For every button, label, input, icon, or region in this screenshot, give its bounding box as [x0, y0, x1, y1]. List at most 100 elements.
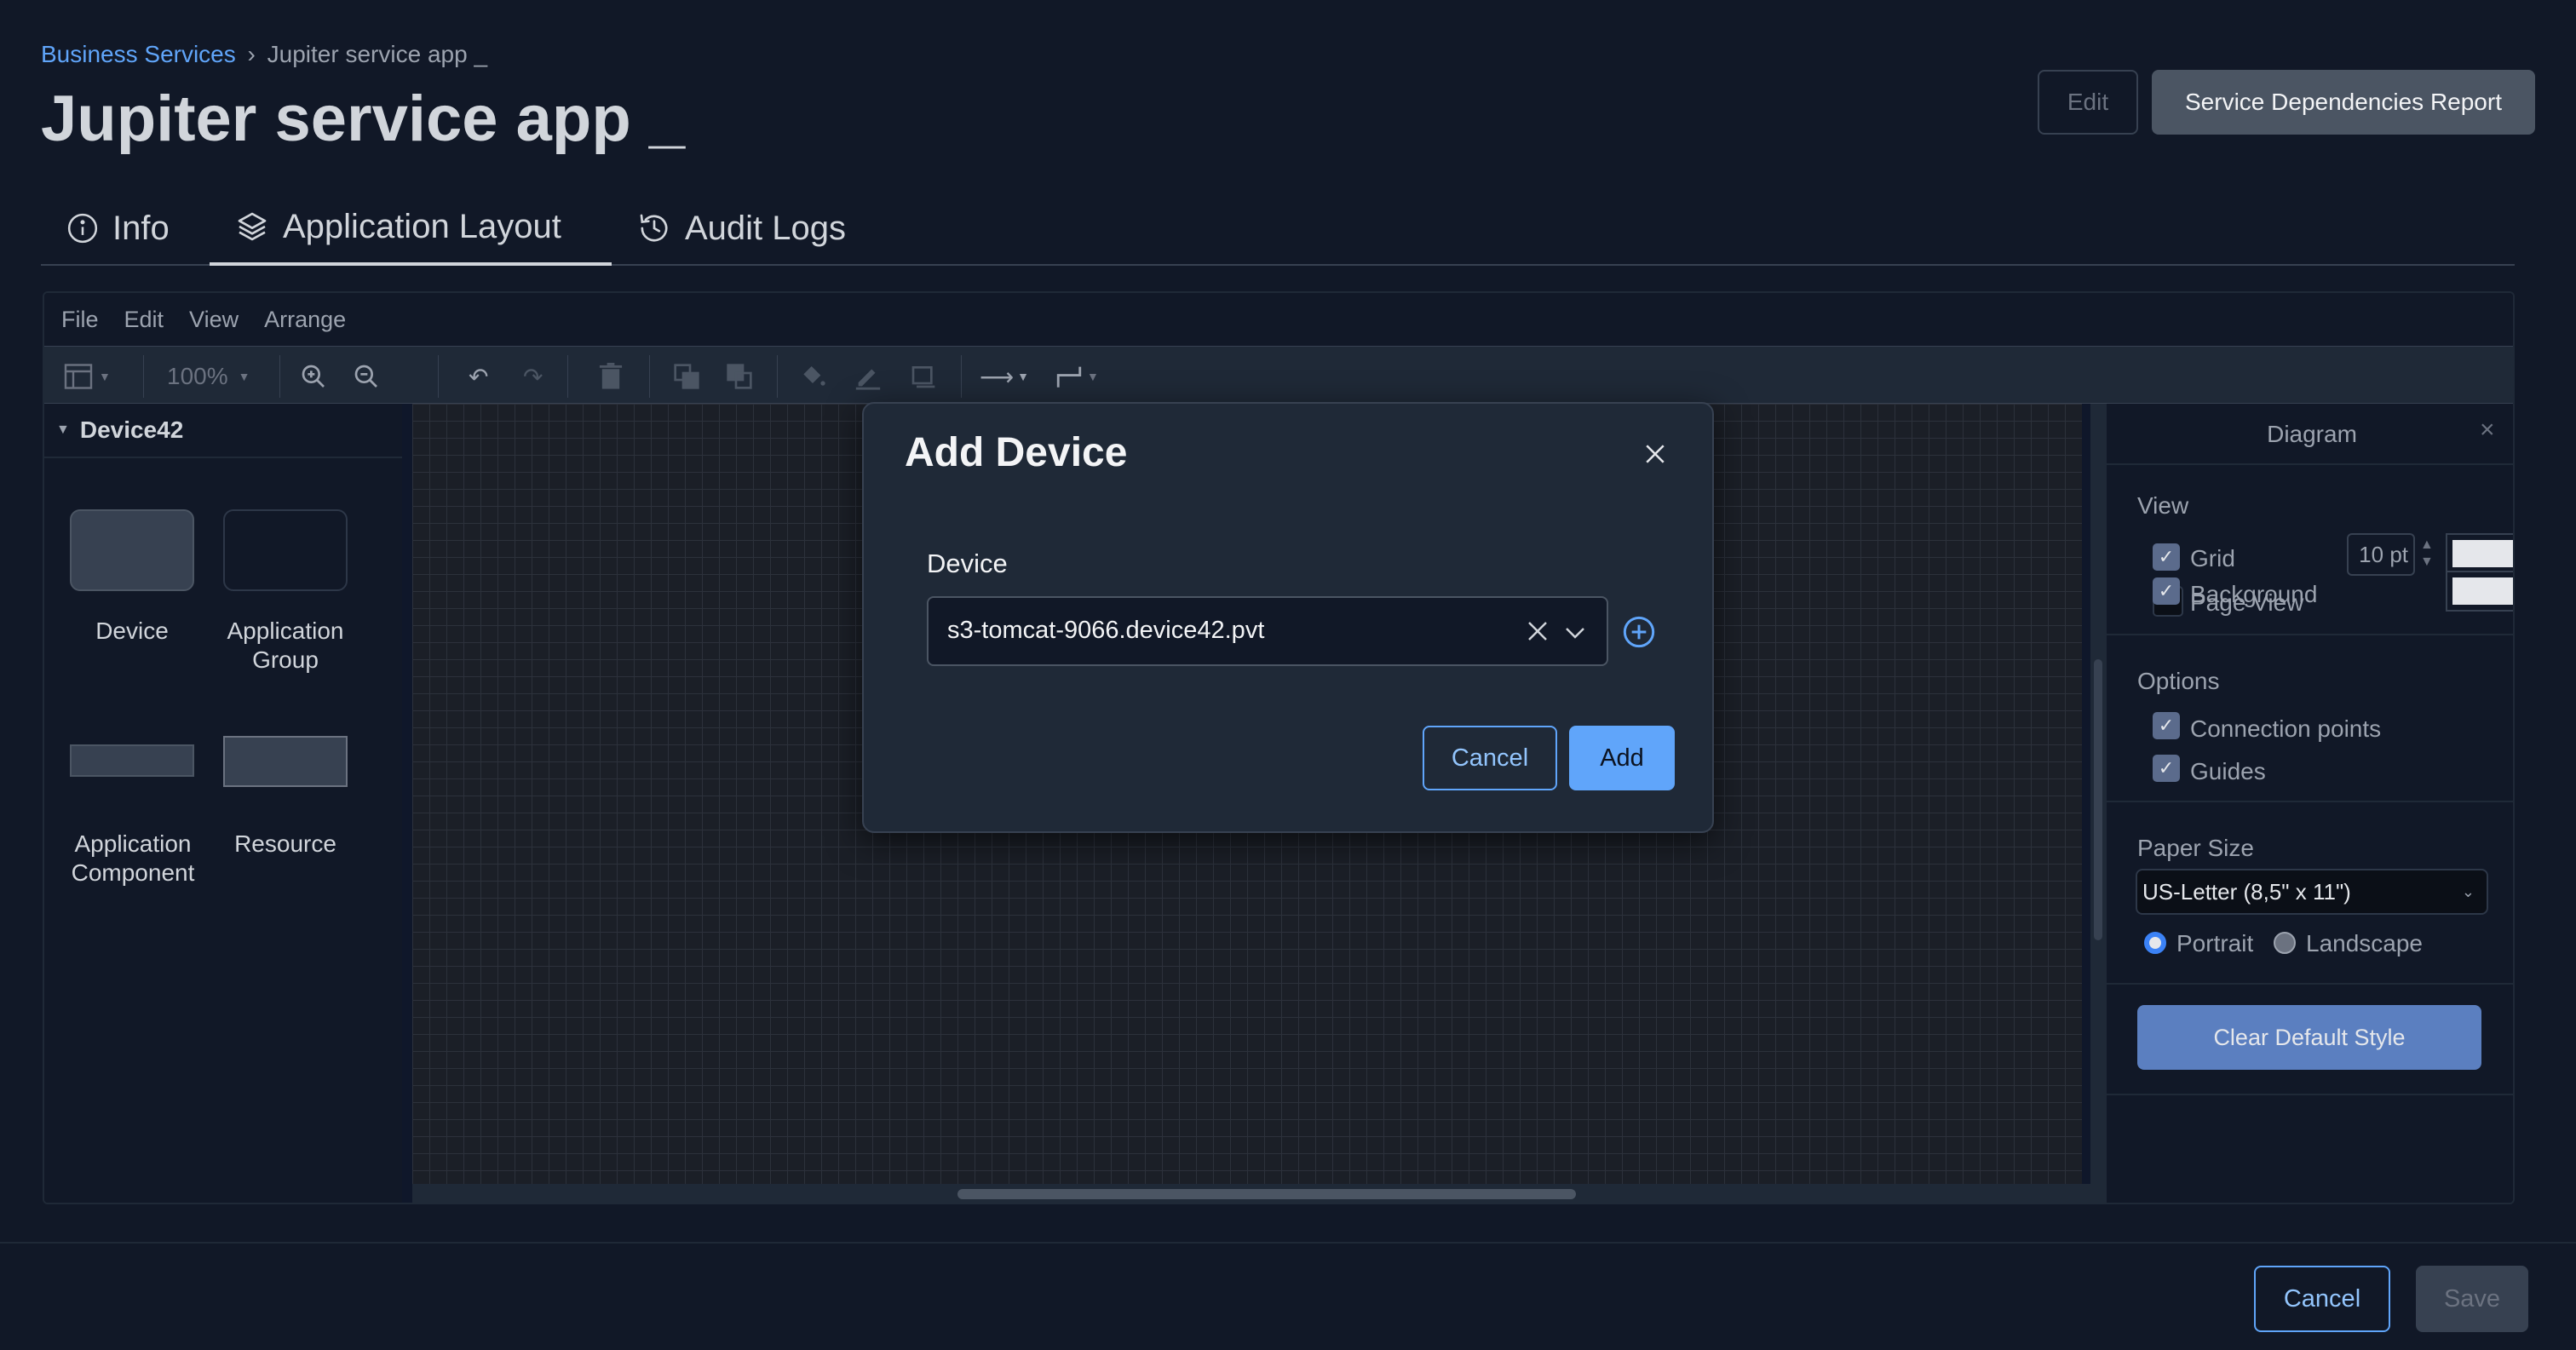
- chevron-down-icon: ▼: [1087, 370, 1099, 383]
- zoom-out-button[interactable]: [353, 362, 380, 391]
- background-color-swatch[interactable]: [2447, 572, 2513, 610]
- toolbar-divider: [438, 355, 439, 398]
- fill-color-button[interactable]: [799, 362, 826, 391]
- chevron-down-icon: ▼: [99, 370, 111, 383]
- chevron-down-icon: ▼: [238, 370, 250, 383]
- shape-application-component[interactable]: [70, 744, 194, 777]
- view-heading: View: [2137, 492, 2189, 519]
- shape-application-group-label: Application Group: [227, 618, 344, 673]
- modal-add-button[interactable]: Add: [1569, 726, 1675, 790]
- grid-size-input[interactable]: 10 pt: [2347, 533, 2415, 576]
- format-panel-header: Diagram ×: [2107, 404, 2513, 465]
- modal-close-button[interactable]: [1636, 434, 1675, 474]
- menu-view[interactable]: View: [189, 307, 239, 333]
- clear-selection-button[interactable]: [1525, 618, 1550, 648]
- background-checkbox[interactable]: ✓: [2153, 577, 2180, 605]
- breadcrumb-current: Jupiter service app _: [267, 41, 488, 67]
- vertical-scrollbar[interactable]: [2090, 404, 2106, 1203]
- info-icon: [67, 213, 98, 244]
- redo-icon: ↷: [523, 363, 543, 390]
- grid-color-swatch[interactable]: [2447, 535, 2513, 572]
- pencil-icon: [855, 369, 881, 390]
- clear-default-style-label: Clear Default Style: [2213, 1024, 2406, 1050]
- delete-button[interactable]: [598, 362, 624, 391]
- footer-save-label: Save: [2443, 1284, 2501, 1313]
- grid-checkbox[interactable]: ✓: [2153, 543, 2180, 571]
- footer-save-button[interactable]: Save: [2416, 1266, 2528, 1332]
- landscape-radio[interactable]: [2274, 932, 2296, 954]
- shape-library: ▼ Device42 Device Application Group Appl…: [44, 404, 412, 1203]
- tab-application-layout[interactable]: Application Layout: [210, 191, 612, 266]
- paper-size-section: Paper Size US-Letter (8,5" x 11") ⌄ Port…: [2107, 801, 2513, 985]
- library-header[interactable]: ▼ Device42: [44, 404, 402, 458]
- menu-edit[interactable]: Edit: [124, 307, 164, 333]
- page-title: Jupiter service app _: [41, 83, 686, 155]
- undo-button[interactable]: ↶: [469, 362, 488, 391]
- tab-application-layout-label: Application Layout: [283, 207, 561, 245]
- arrow-right-icon: ⟶: [980, 363, 1015, 390]
- horizontal-scroll-thumb[interactable]: [957, 1189, 1576, 1199]
- breadcrumb-link-business-services[interactable]: Business Services: [41, 41, 236, 67]
- toolbar-divider: [649, 355, 650, 398]
- guides-checkbox[interactable]: ✓: [2153, 755, 2180, 782]
- menu-file[interactable]: File: [61, 307, 99, 333]
- grid-size-stepper[interactable]: ▲ ▼: [2420, 537, 2434, 571]
- tab-audit-logs[interactable]: Audit Logs: [637, 191, 846, 266]
- splitter-handle[interactable]: [402, 404, 412, 1203]
- menu-arrange[interactable]: Arrange: [264, 307, 346, 333]
- line-color-button[interactable]: [854, 362, 883, 391]
- horizontal-scrollbar[interactable]: [412, 1184, 2106, 1203]
- footer-cancel-label: Cancel: [2283, 1284, 2361, 1313]
- add-new-device-button[interactable]: [1622, 615, 1656, 653]
- to-back-button[interactable]: [726, 362, 753, 391]
- connection-points-checkbox[interactable]: ✓: [2153, 712, 2180, 739]
- guides-label: Guides: [2190, 758, 2266, 784]
- zoom-select[interactable]: 100% ▼: [167, 362, 250, 391]
- format-panel-toggle[interactable]: ▼: [63, 362, 111, 391]
- device-select-toggle[interactable]: [1562, 620, 1588, 650]
- modal-cancel-button[interactable]: Cancel: [1423, 726, 1557, 790]
- zoom-out-icon: [354, 365, 377, 388]
- portrait-label: Portrait: [2176, 930, 2254, 956]
- layers-icon: [238, 212, 267, 241]
- plus-circle-icon: [1623, 616, 1655, 648]
- chevron-down-icon: [1566, 628, 1584, 639]
- device-select[interactable]: s3-tomcat-9066.device42.pvt: [927, 596, 1608, 666]
- checkmark-icon: ✓: [2158, 580, 2175, 601]
- connection-style-button[interactable]: ⟶ ▼: [980, 362, 1029, 391]
- edit-button-label: Edit: [2067, 89, 2109, 115]
- vertical-scroll-thumb[interactable]: [2094, 659, 2102, 940]
- tab-audit-logs-label: Audit Logs: [685, 209, 847, 247]
- service-dependencies-report-button[interactable]: Service Dependencies Report: [2152, 70, 2535, 135]
- format-panel-title: Diagram: [2267, 421, 2357, 447]
- zoom-in-button[interactable]: [300, 362, 327, 391]
- to-front-button[interactable]: [673, 362, 700, 391]
- grid-size-value: 10 pt: [2359, 541, 2408, 567]
- background-label: Background: [2190, 581, 2318, 607]
- portrait-radio[interactable]: [2144, 932, 2166, 954]
- redo-button[interactable]: ↷: [523, 362, 543, 391]
- shape-device[interactable]: [70, 509, 194, 591]
- paint-bucket-icon: [803, 366, 825, 386]
- toolbar-divider: [777, 355, 778, 398]
- close-icon[interactable]: ×: [2480, 416, 2495, 445]
- shape-resource[interactable]: [223, 736, 348, 787]
- report-button-label: Service Dependencies Report: [2185, 89, 2502, 115]
- shadow-button[interactable]: [910, 362, 937, 391]
- clear-default-style-button[interactable]: Clear Default Style: [2137, 1005, 2481, 1070]
- footer-cancel-button[interactable]: Cancel: [2254, 1266, 2390, 1332]
- editor-menubar: File Edit View Arrange: [44, 293, 2513, 346]
- tab-info[interactable]: Info: [66, 191, 170, 266]
- undo-icon: ↶: [469, 363, 489, 390]
- caret-down-icon: ▼: [56, 422, 70, 437]
- waypoints-button[interactable]: ▼: [1055, 362, 1099, 391]
- bring-to-front-icon: [674, 364, 699, 389]
- send-to-back-icon: [727, 364, 752, 389]
- chevron-down-icon: ▼: [1017, 370, 1029, 383]
- modal-add-label: Add: [1600, 744, 1644, 772]
- edit-button[interactable]: Edit: [2038, 70, 2138, 135]
- chevron-down-icon: ⌄: [2461, 882, 2475, 900]
- paper-size-select[interactable]: US-Letter (8,5" x 11") ⌄: [2136, 869, 2488, 915]
- toolbar-divider: [567, 355, 568, 398]
- shape-application-group[interactable]: [223, 509, 348, 591]
